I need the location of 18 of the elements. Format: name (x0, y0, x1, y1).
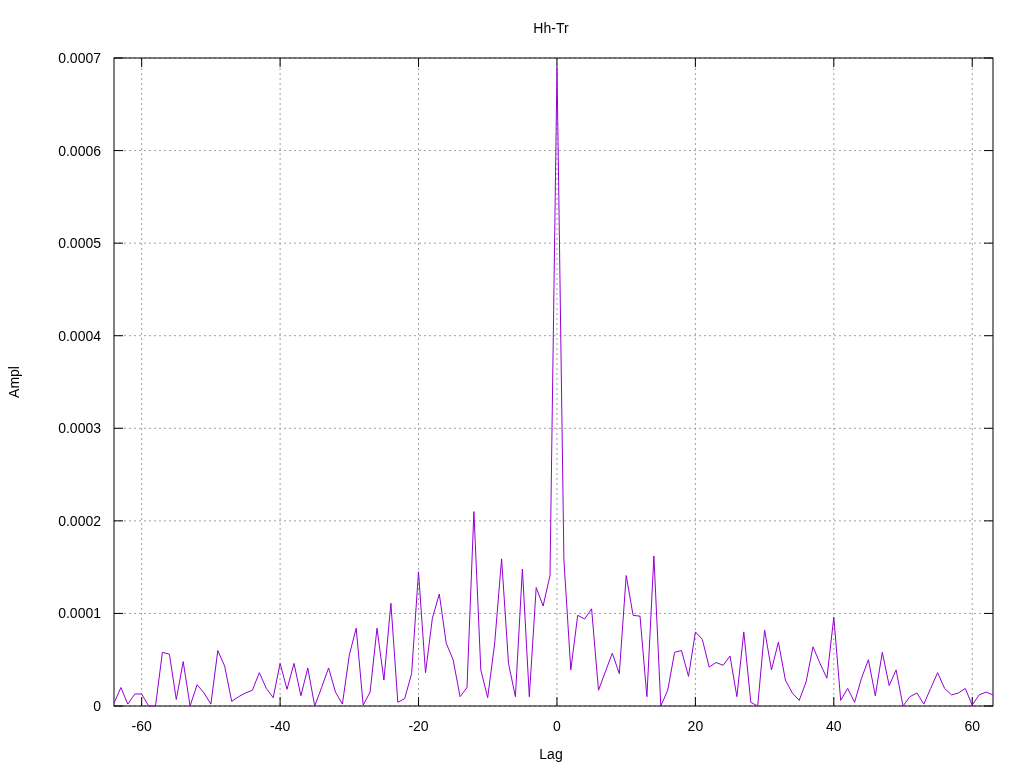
x-tick-label: 20 (687, 718, 704, 734)
x-tick-label: 40 (826, 718, 842, 734)
x-axis-label: Lag (539, 746, 563, 762)
x-tick-label: -40 (270, 718, 291, 734)
x-tick-label: -60 (131, 718, 152, 734)
y-tick-label: 0 (93, 698, 101, 714)
x-tick-label: -20 (408, 718, 429, 734)
y-tick-label: 0.0001 (58, 605, 101, 622)
y-tick-label: 0.0007 (58, 50, 101, 66)
x-tick-label: 0 (553, 718, 561, 734)
y-tick-label: 0.0004 (58, 327, 101, 344)
y-tick-label: 0.0003 (58, 420, 101, 437)
y-tick-label: 0.0006 (58, 142, 101, 159)
y-tick-label: 0.0005 (58, 235, 101, 252)
y-axis-label: Ampl (6, 366, 22, 398)
x-tick-label: 60 (964, 718, 981, 734)
chart-title: Hh-Tr (533, 20, 569, 36)
y-tick-label: 0.0002 (58, 512, 101, 529)
